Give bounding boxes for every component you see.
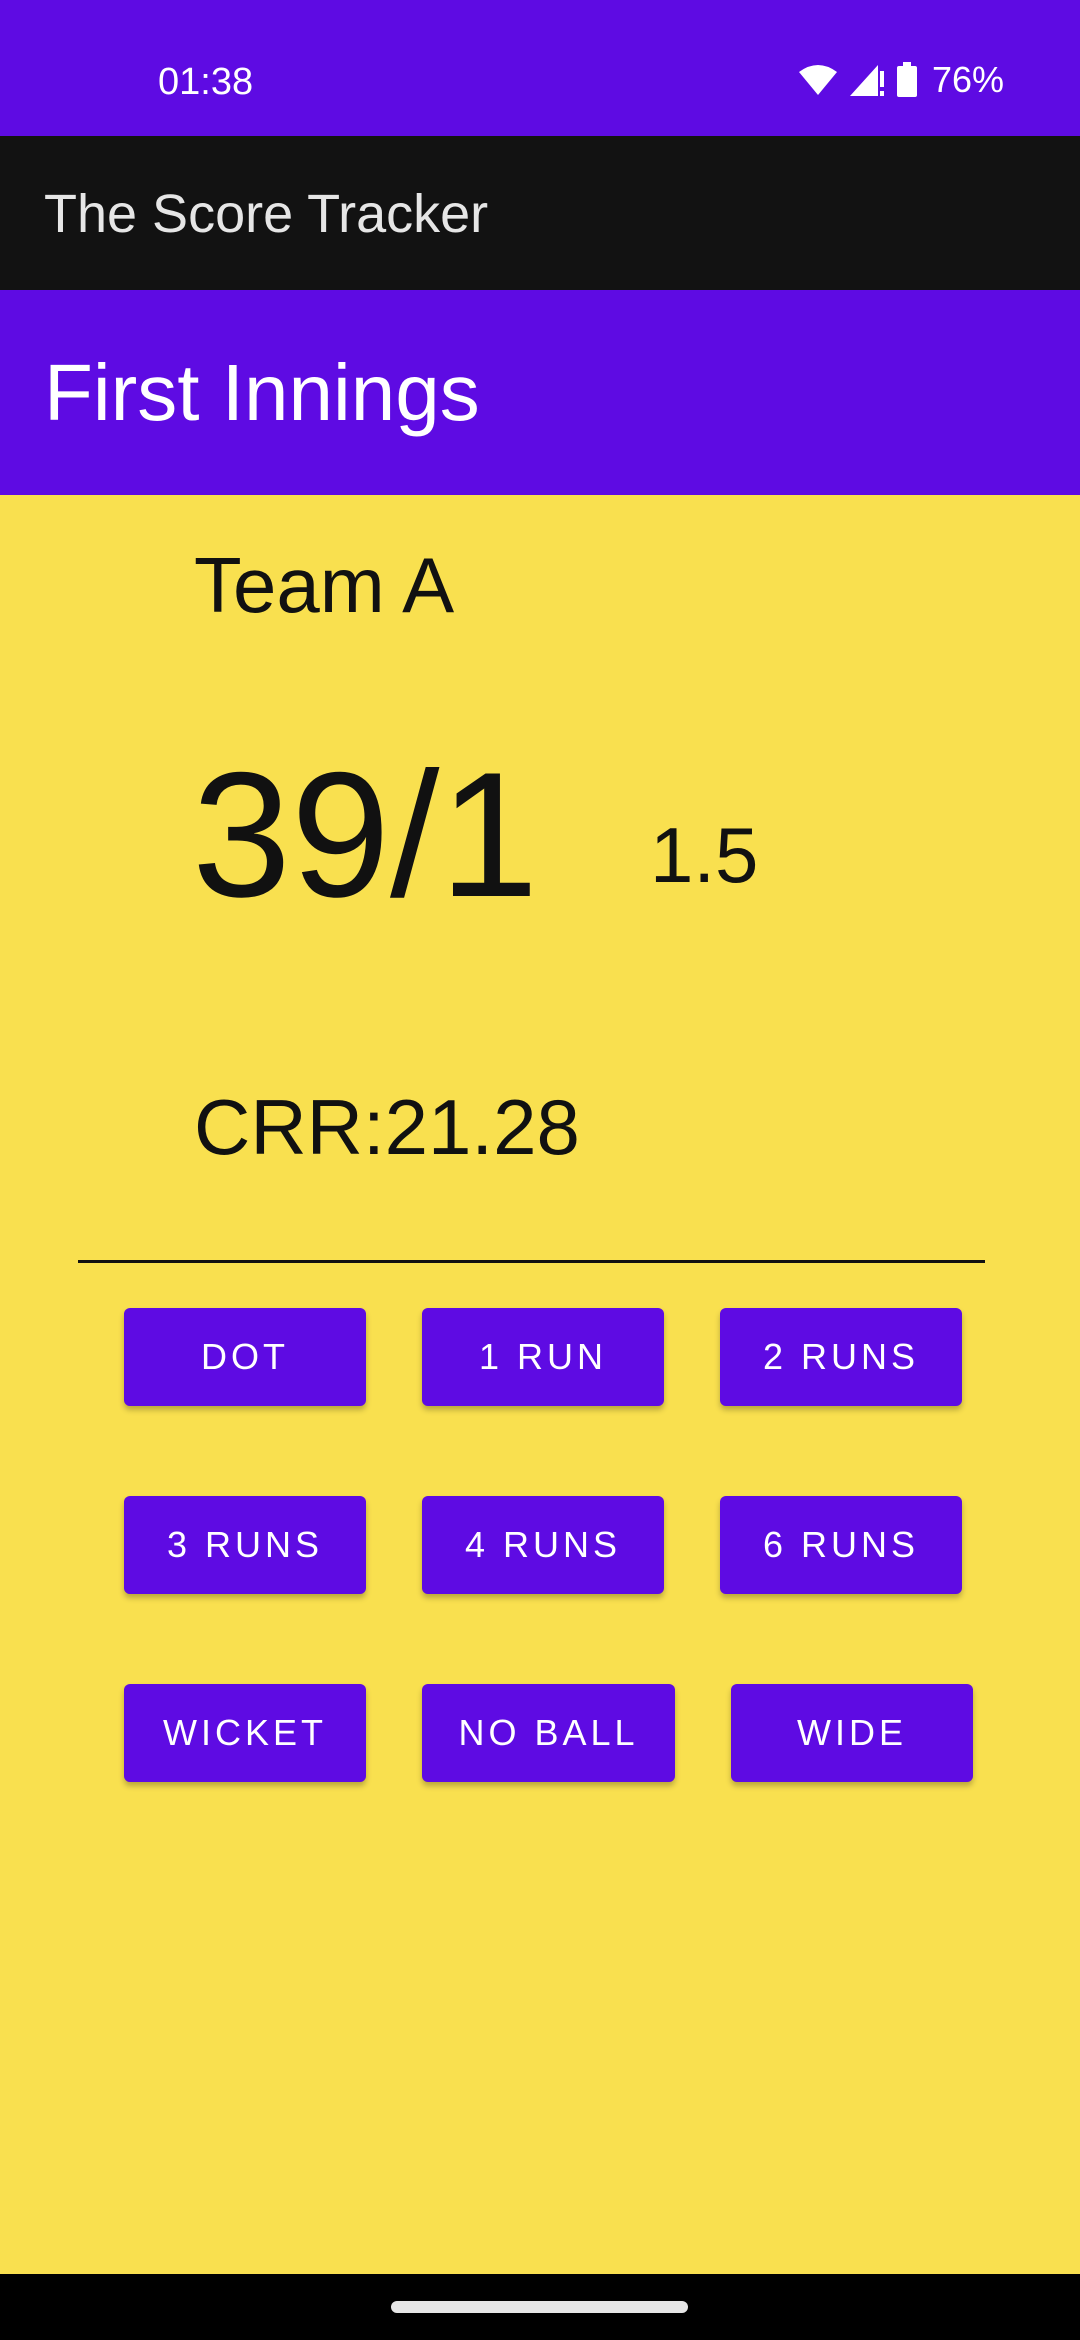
- overs: 1.5: [650, 811, 759, 899]
- three-runs-button[interactable]: 3 RUNS: [124, 1496, 366, 1594]
- four-runs-button[interactable]: 4 RUNS: [422, 1496, 664, 1594]
- wifi-icon: [798, 64, 838, 96]
- app-bar: The Score Tracker: [0, 136, 1080, 290]
- team-name: Team A: [194, 541, 455, 629]
- wicket-button[interactable]: WICKET: [124, 1684, 366, 1782]
- current-run-rate: CRR:21.28: [194, 1083, 580, 1171]
- wide-button[interactable]: WIDE: [731, 1684, 973, 1782]
- home-gesture-handle[interactable]: [391, 2301, 688, 2313]
- score: 39/1: [192, 735, 539, 934]
- status-icons: 76%: [798, 56, 1004, 104]
- battery-icon: [896, 62, 918, 98]
- innings-header: First Innings: [0, 290, 1080, 495]
- innings-title: First Innings: [44, 348, 480, 437]
- no-ball-button[interactable]: NO BALL: [422, 1684, 675, 1782]
- dot-button[interactable]: DOT: [124, 1308, 366, 1406]
- status-time: 01:38: [158, 61, 254, 103]
- navigation-bar: [0, 2274, 1080, 2340]
- divider: [78, 1260, 985, 1263]
- cell-signal-icon: [848, 63, 886, 97]
- battery-percent: 76%: [931, 59, 1004, 100]
- status-bar: 01:38 76%: [0, 0, 1080, 136]
- one-run-button[interactable]: 1 RUN: [422, 1308, 664, 1406]
- app-title: The Score Tracker: [44, 184, 489, 244]
- six-runs-button[interactable]: 6 RUNS: [720, 1496, 962, 1594]
- two-runs-button[interactable]: 2 RUNS: [720, 1308, 962, 1406]
- score-tracker-screen: 01:38 76% The Score Tracker First Inning…: [0, 0, 1080, 2340]
